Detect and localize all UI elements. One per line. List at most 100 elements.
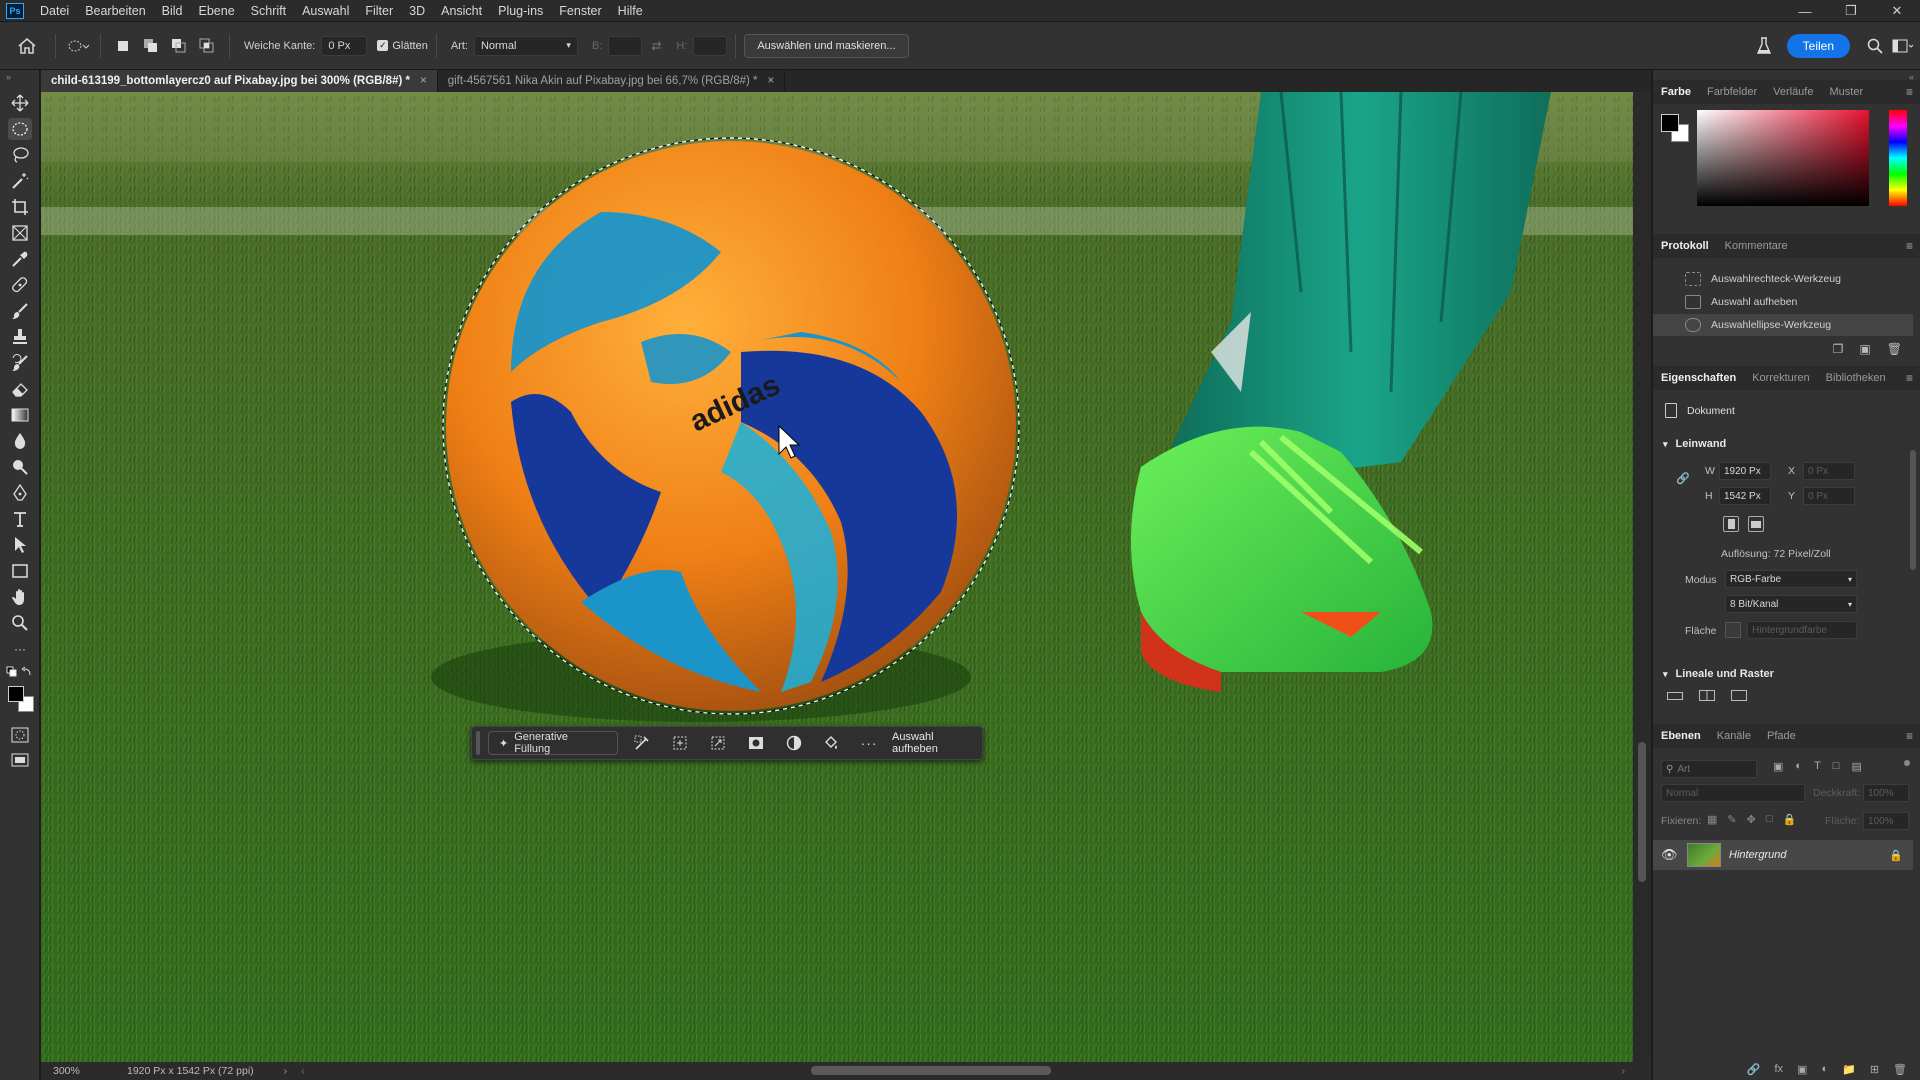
layer-style-icon[interactable]: fx bbox=[1774, 1063, 1783, 1075]
type-filter-icon[interactable]: T bbox=[1814, 760, 1821, 773]
scroll-right-icon[interactable]: › bbox=[1622, 1065, 1626, 1077]
search-icon[interactable] bbox=[1864, 35, 1886, 57]
menu-bild[interactable]: Bild bbox=[154, 0, 191, 22]
ellipse-marquee-preset-icon[interactable] bbox=[67, 35, 89, 57]
hue-slider[interactable] bbox=[1889, 110, 1907, 206]
scrollbar-thumb[interactable] bbox=[1638, 742, 1646, 882]
rectangle-tool-icon[interactable] bbox=[8, 560, 32, 582]
snapshot-icon[interactable]: ▣ bbox=[1859, 342, 1870, 356]
brush-tool-icon[interactable] bbox=[8, 300, 32, 322]
eyedropper-icon[interactable] bbox=[8, 248, 32, 270]
close-tab-icon[interactable]: × bbox=[768, 75, 775, 87]
eraser-icon[interactable] bbox=[8, 378, 32, 400]
screen-mode-icon[interactable] bbox=[8, 750, 32, 772]
tab-pfade[interactable]: Pfade bbox=[1759, 730, 1804, 742]
restore-icon[interactable]: ❐ bbox=[1828, 0, 1874, 22]
new-group-icon[interactable]: 📁 bbox=[1842, 1063, 1856, 1076]
lock-transparency-icon[interactable]: ▦ bbox=[1707, 813, 1717, 826]
menu-datei[interactable]: Datei bbox=[32, 0, 77, 22]
beaker-icon[interactable] bbox=[1753, 35, 1775, 57]
link-dimensions-icon[interactable]: 🔗 bbox=[1676, 472, 1690, 485]
frame-tool-icon[interactable] bbox=[8, 222, 32, 244]
share-button[interactable]: Teilen bbox=[1786, 34, 1850, 58]
canvas-area[interactable]: adidas bbox=[41, 92, 1651, 1062]
quick-mask-icon[interactable] bbox=[8, 724, 32, 746]
scroll-left-icon[interactable]: ‹ bbox=[301, 1065, 305, 1077]
tab-muster[interactable]: Muster bbox=[1821, 86, 1871, 98]
portrait-orientation-icon[interactable] bbox=[1723, 516, 1739, 532]
layer-fill-input[interactable]: 100% bbox=[1863, 812, 1909, 830]
menu-ebene[interactable]: Ebene bbox=[191, 0, 243, 22]
menu-fenster[interactable]: Fenster bbox=[551, 0, 609, 22]
foreground-color-swatch[interactable] bbox=[1661, 114, 1679, 132]
link-layers-icon[interactable]: 🔗 bbox=[1747, 1063, 1761, 1076]
history-item[interactable]: Auswahlellipse-Werkzeug bbox=[1653, 314, 1913, 336]
panel-scrollbar[interactable] bbox=[1910, 450, 1916, 570]
path-selection-icon[interactable] bbox=[8, 534, 32, 556]
panel-menu-icon[interactable]: ≡ bbox=[1906, 239, 1913, 253]
ruler-icon[interactable] bbox=[1667, 692, 1683, 700]
bit-depth-select[interactable]: 8 Bit/Kanal ▾ bbox=[1725, 595, 1857, 613]
menu-bearbeiten[interactable]: Bearbeiten bbox=[77, 0, 153, 22]
menu-hilfe[interactable]: Hilfe bbox=[610, 0, 651, 22]
canvas-y-input[interactable]: 0 Px bbox=[1803, 487, 1855, 505]
menu-3d[interactable]: 3D bbox=[401, 0, 433, 22]
crop-tool-icon[interactable] bbox=[8, 196, 32, 218]
tab-verlaeufe[interactable]: Verläufe bbox=[1765, 86, 1821, 98]
transform-selection-icon[interactable] bbox=[699, 731, 737, 755]
create-mask-icon[interactable] bbox=[737, 731, 775, 755]
more-options-icon[interactable]: ··· bbox=[850, 731, 888, 755]
canvas-section-header[interactable]: ▾ Leinwand bbox=[1663, 438, 1726, 450]
tab-gift-4567561[interactable]: gift-4567561 Nika Akin auf Pixabay.jpg b… bbox=[438, 70, 786, 92]
fill-selection-icon[interactable] bbox=[812, 731, 850, 755]
shape-filter-icon[interactable]: □ bbox=[1833, 760, 1840, 773]
close-tab-icon[interactable]: × bbox=[420, 75, 427, 87]
tab-protokoll[interactable]: Protokoll bbox=[1653, 240, 1717, 252]
history-brush-icon[interactable] bbox=[8, 352, 32, 374]
color-field[interactable] bbox=[1697, 110, 1869, 206]
gradient-tool-icon[interactable] bbox=[8, 404, 32, 426]
drag-handle[interactable] bbox=[476, 731, 480, 755]
guides-icon[interactable] bbox=[1731, 690, 1747, 701]
fill-color-swatch[interactable] bbox=[1725, 622, 1741, 638]
subtract-from-selection-icon[interactable] bbox=[168, 35, 190, 57]
lock-all-icon[interactable]: 🔒 bbox=[1783, 813, 1797, 826]
healing-brush-icon[interactable] bbox=[8, 274, 32, 296]
dodge-tool-icon[interactable] bbox=[8, 456, 32, 478]
intersect-selection-icon[interactable] bbox=[196, 35, 218, 57]
home-icon[interactable] bbox=[16, 35, 38, 57]
canvas-width-input[interactable]: 1920 Px bbox=[1719, 462, 1771, 480]
workspace-icon[interactable] bbox=[1892, 35, 1914, 57]
canvas-photo[interactable]: adidas bbox=[41, 92, 1633, 1062]
delete-layer-icon[interactable]: 🗑 bbox=[1893, 1063, 1907, 1076]
tab-child-613199[interactable]: child-613199_bottomlayercz0 auf Pixabay.… bbox=[41, 70, 438, 92]
zoom-tool-icon[interactable] bbox=[8, 612, 32, 634]
tab-kanaele[interactable]: Kanäle bbox=[1709, 730, 1759, 742]
mode-select[interactable]: RGB-Farbe ▾ bbox=[1725, 570, 1857, 588]
select-and-mask-button[interactable]: Auswählen und maskieren... bbox=[744, 33, 909, 58]
add-mask-icon[interactable]: ▣ bbox=[1797, 1063, 1807, 1076]
landscape-orientation-icon[interactable] bbox=[1748, 516, 1764, 532]
more-tools-icon[interactable]: ··· bbox=[8, 638, 32, 660]
menu-schrift[interactable]: Schrift bbox=[243, 0, 294, 22]
smart-object-filter-icon[interactable]: ▤ bbox=[1851, 760, 1861, 773]
vertical-scrollbar[interactable] bbox=[1633, 92, 1651, 1062]
grid-icon[interactable] bbox=[1699, 690, 1715, 701]
generative-fill-button[interactable]: ✦ Generative Füllung bbox=[487, 731, 618, 755]
add-to-selection-icon[interactable] bbox=[140, 35, 162, 57]
height-input[interactable] bbox=[693, 35, 728, 56]
new-selection-icon[interactable] bbox=[112, 35, 134, 57]
pixel-filter-icon[interactable]: ▣ bbox=[1773, 760, 1783, 773]
panel-menu-icon[interactable]: ≡ bbox=[1906, 371, 1913, 385]
tab-farbfelder[interactable]: Farbfelder bbox=[1699, 86, 1765, 98]
adjustment-layer-icon[interactable] bbox=[775, 731, 813, 755]
lock-position-icon[interactable]: ✥ bbox=[1747, 813, 1756, 826]
status-chevron-icon[interactable]: › bbox=[284, 1065, 288, 1077]
minimize-icon[interactable]: — bbox=[1782, 0, 1828, 22]
tab-farbe[interactable]: Farbe bbox=[1653, 86, 1699, 98]
swap-dimensions-icon[interactable]: ⇄ bbox=[645, 35, 667, 57]
document-info[interactable]: 1920 Px x 1542 Px (72 ppi) bbox=[127, 1065, 254, 1077]
new-adjustment-layer-icon[interactable]: ◐ bbox=[1821, 1063, 1828, 1075]
menu-auswahl[interactable]: Auswahl bbox=[294, 0, 357, 22]
pen-tool-icon[interactable] bbox=[8, 482, 32, 504]
